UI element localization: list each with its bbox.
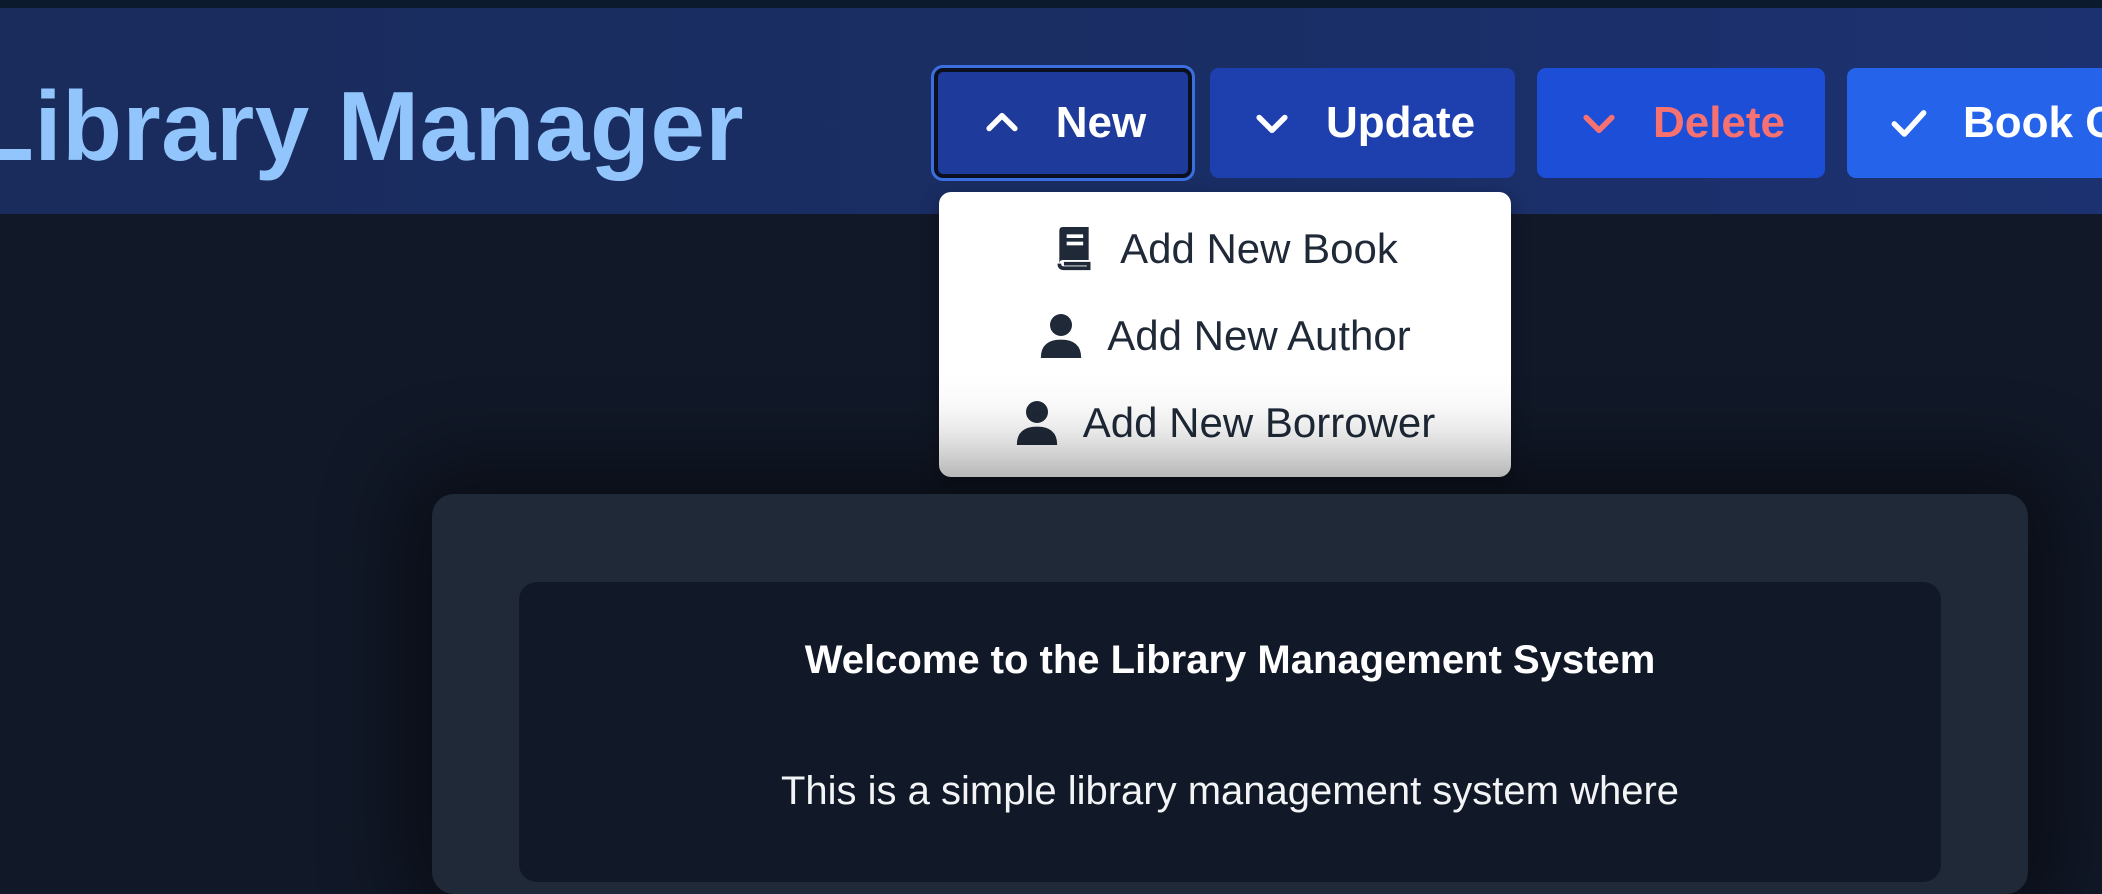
- welcome-heading: Welcome to the Library Management System: [804, 638, 1656, 682]
- welcome-panel: [519, 582, 1941, 882]
- new-button-label: New: [1055, 98, 1147, 147]
- chevron-down-icon: [1250, 101, 1294, 145]
- window-top-strip: [0, 0, 2102, 8]
- book-checkout-button-label: Book C: [1963, 98, 2102, 147]
- user-icon: [1015, 399, 1059, 447]
- menu-item-label: Add New Book: [1120, 225, 1398, 272]
- intro-text: This is a simple library management syst…: [780, 769, 1680, 813]
- delete-button-label: Delete: [1652, 98, 1786, 147]
- user-icon: [1039, 312, 1083, 360]
- new-button[interactable]: New: [931, 65, 1195, 181]
- book-icon: [1052, 225, 1096, 273]
- menu-item-add-new-borrower[interactable]: Add New Borrower: [939, 383, 1511, 463]
- update-button-label: Update: [1325, 98, 1476, 147]
- new-dropdown-menu: Add New Book Add New Author Add New Borr…: [939, 192, 1511, 477]
- menu-item-label: Add New Borrower: [1082, 399, 1436, 446]
- check-icon: [1887, 101, 1931, 145]
- chevron-down-icon: [1577, 101, 1621, 145]
- app-header: Library Manager New Update Delete Book C: [0, 8, 2102, 214]
- update-button[interactable]: Update: [1210, 68, 1515, 178]
- delete-button[interactable]: Delete: [1537, 68, 1825, 178]
- menu-item-label: Add New Author: [1107, 312, 1411, 359]
- chevron-up-icon: [980, 101, 1024, 145]
- book-checkout-button[interactable]: Book C: [1847, 68, 2102, 178]
- menu-item-add-new-author[interactable]: Add New Author: [939, 296, 1511, 376]
- app-title: Library Manager: [0, 71, 744, 181]
- menu-item-add-new-book[interactable]: Add New Book: [939, 209, 1511, 289]
